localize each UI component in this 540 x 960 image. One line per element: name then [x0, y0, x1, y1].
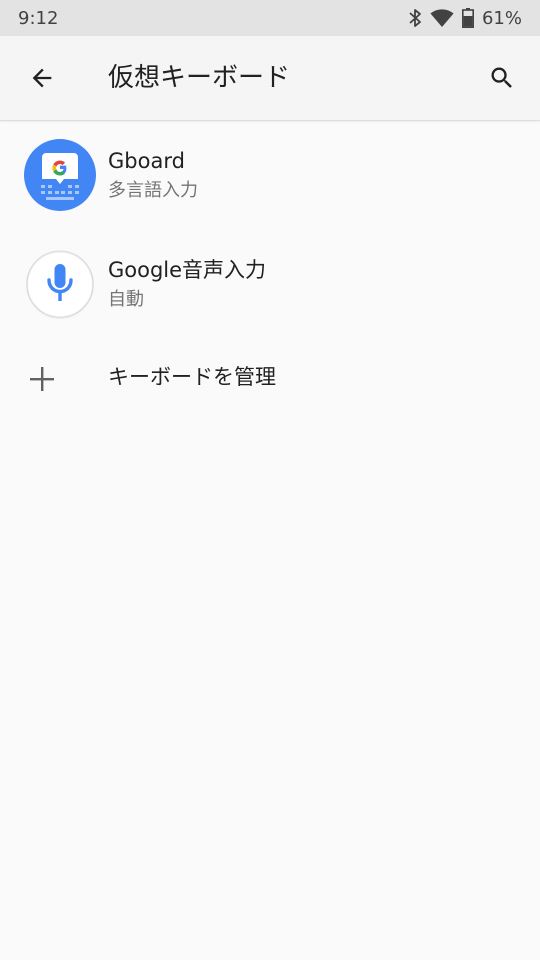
- list-item-gboard[interactable]: Gboard 多言語入力: [0, 121, 540, 230]
- keyboard-subtitle: 自動: [108, 289, 144, 310]
- keyboard-name: Google音声入力: [108, 258, 267, 282]
- gboard-icon: [24, 139, 96, 211]
- status-icons: 61%: [408, 8, 522, 29]
- keyboard-name: Gboard: [108, 149, 185, 173]
- keyboard-list: Gboard 多言語入力 Google音声入力 自動 キーボードを管理: [0, 121, 540, 419]
- plus-icon: [28, 365, 56, 393]
- search-button[interactable]: [478, 54, 526, 102]
- status-bar: 9:12 61%: [0, 0, 540, 36]
- status-time: 9:12: [18, 7, 59, 29]
- microphone-icon: [24, 248, 96, 320]
- manage-keyboards-item[interactable]: キーボードを管理: [0, 339, 540, 419]
- keyboard-subtitle: 多言語入力: [108, 180, 198, 201]
- app-bar: 仮想キーボード: [0, 36, 540, 121]
- page-title: 仮想キーボード: [108, 63, 291, 93]
- list-item-google-voice-typing[interactable]: Google音声入力 自動: [0, 230, 540, 339]
- battery-percent: 61%: [481, 7, 522, 29]
- bluetooth-icon: [408, 8, 422, 28]
- search-icon: [491, 67, 512, 88]
- battery-icon: [461, 8, 474, 28]
- manage-keyboards-label: キーボードを管理: [108, 365, 276, 389]
- wifi-icon: [430, 8, 454, 28]
- back-button[interactable]: [18, 54, 66, 102]
- back-arrow-icon: [32, 68, 52, 88]
